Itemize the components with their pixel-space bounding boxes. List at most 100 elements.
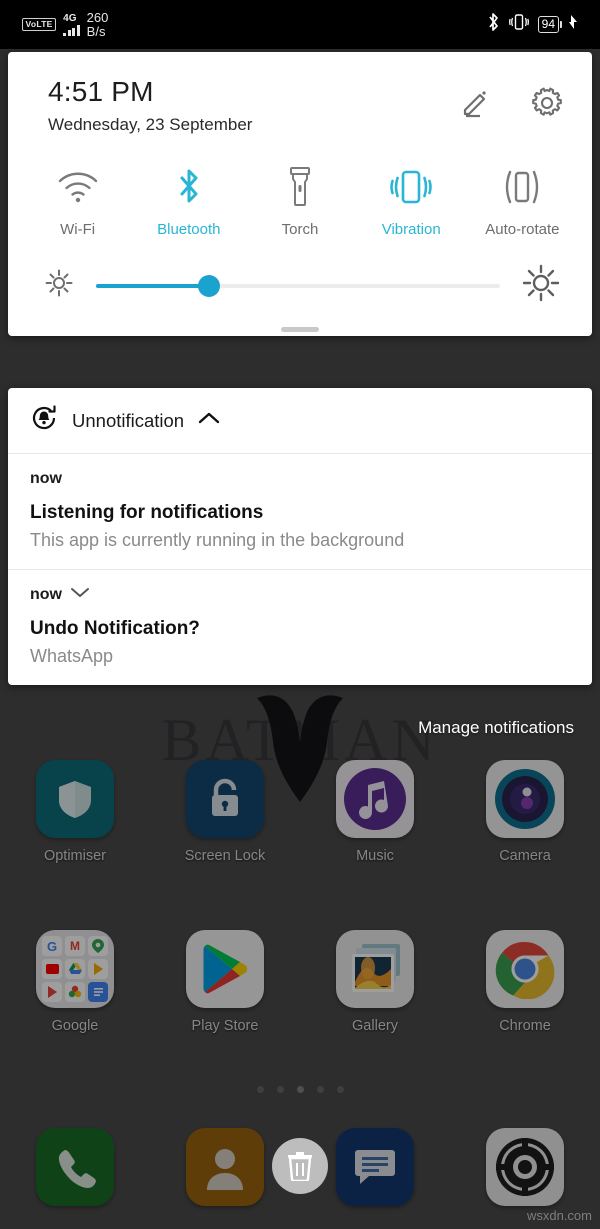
watermark: wsxdn.com	[526, 1208, 592, 1223]
battery-indicator: 94	[537, 16, 563, 33]
messages-icon[interactable]	[336, 1128, 414, 1206]
clock-date: Wednesday, 23 September	[48, 115, 253, 135]
toggle-vibration[interactable]: Vibration	[356, 165, 467, 238]
brightness-low-icon	[44, 268, 74, 303]
toggle-label: Bluetooth	[157, 221, 221, 239]
app-label: Google	[51, 1018, 99, 1034]
google-folder-icon[interactable]: G M	[36, 930, 114, 1008]
play-store-icon[interactable]	[186, 930, 264, 1008]
app-camera[interactable]: Camera	[450, 760, 600, 864]
dock-settings[interactable]	[450, 1128, 600, 1216]
notification-meta: now	[30, 586, 570, 604]
app-label: Screen Lock	[184, 848, 266, 864]
delete-trash-icon[interactable]	[272, 1138, 328, 1194]
dock-phone[interactable]	[0, 1128, 150, 1216]
notification-time: now	[30, 470, 62, 487]
gallery-photos-icon[interactable]	[336, 930, 414, 1008]
camera-lens-icon[interactable]	[486, 760, 564, 838]
notification-time: now	[30, 586, 62, 603]
brightness-thumb[interactable]	[198, 274, 221, 297]
brightness-track[interactable]	[96, 274, 500, 297]
app-label: Camera	[499, 848, 551, 864]
app-label: Music	[356, 848, 394, 864]
charging-bolt-icon	[568, 13, 578, 36]
manage-notifications-link[interactable]: Manage notifications	[418, 718, 574, 738]
quick-settings-header: 4:51 PM Wednesday, 23 September	[8, 52, 592, 135]
app-play-store[interactable]: Play Store	[150, 930, 300, 1034]
signal-strength-indicator: 4G	[63, 12, 80, 36]
data-speed-unit: B/s	[86, 23, 106, 39]
toggle-label: Wi-Fi	[60, 221, 96, 239]
app-label: Gallery	[352, 1018, 398, 1034]
padlock-icon[interactable]	[186, 760, 264, 838]
quick-settings-panel[interactable]: 4:51 PM Wednesday, 23 September Wi-Fi Bl…	[8, 52, 592, 337]
quick-settings-toggles: Wi-Fi Bluetooth Torch Vibration Auto-rot	[8, 165, 592, 238]
toggle-label: Vibration	[381, 221, 441, 239]
bluetooth-icon	[486, 12, 500, 37]
settings-gear-icon[interactable]	[486, 1128, 564, 1206]
chevron-down-icon[interactable]	[70, 586, 90, 604]
clock-block: 4:51 PM Wednesday, 23 September	[48, 76, 252, 135]
auto-rotate-icon[interactable]	[500, 165, 544, 209]
notification-body: This app is currently running in the bac…	[30, 530, 405, 550]
page-dot-active	[296, 1086, 304, 1093]
brightness-high-icon	[522, 264, 560, 307]
gear-icon[interactable]	[530, 86, 564, 125]
app-chrome[interactable]: Chrome	[450, 930, 600, 1034]
status-bar: VoLTE 4G 260 B/s 94	[0, 0, 600, 49]
toggle-torch[interactable]: Torch	[244, 165, 355, 238]
notification-item[interactable]: now Undo Notification? WhatsApp	[8, 569, 592, 685]
clock-time: 4:51 PM	[48, 76, 154, 107]
app-label: Chrome	[499, 1018, 551, 1034]
notification-group-header[interactable]: Unnotification	[8, 388, 592, 454]
toggle-wifi[interactable]: Wi-Fi	[22, 165, 133, 238]
chrome-icon[interactable]	[486, 930, 564, 1008]
vibration-icon[interactable]	[388, 165, 434, 209]
app-label: Play Store	[191, 1018, 259, 1034]
page-dot	[276, 1086, 284, 1093]
contacts-icon[interactable]	[186, 1128, 264, 1206]
vibrate-icon	[508, 12, 529, 37]
phone-dialer-icon[interactable]	[36, 1128, 114, 1206]
signal-bars-icon	[63, 24, 80, 36]
volte-badge: VoLTE	[22, 18, 57, 31]
quick-settings-actions	[458, 76, 564, 125]
panel-drag-handle[interactable]	[281, 327, 319, 333]
toggle-bluetooth[interactable]: Bluetooth	[133, 165, 244, 238]
data-speed-value: 260	[86, 9, 109, 25]
notification-item[interactable]: now Listening for notifications This app…	[8, 454, 592, 569]
chevron-up-icon[interactable]	[198, 411, 220, 430]
notification-meta: now	[30, 470, 570, 488]
notification-title: Undo Notification?	[30, 618, 200, 639]
app-music[interactable]: Music	[300, 760, 450, 864]
shield-optimiser-icon[interactable]	[36, 760, 114, 838]
music-note-icon[interactable]	[336, 760, 414, 838]
flashlight-icon[interactable]	[287, 165, 313, 209]
app-folder-google[interactable]: G M Google	[0, 930, 150, 1034]
status-bar-left: VoLTE 4G 260 B/s	[22, 9, 109, 39]
notification-app-name: Unnotification	[72, 409, 185, 431]
pencil-edit-icon[interactable]	[458, 86, 492, 125]
page-indicator	[0, 1086, 600, 1093]
notification-title: Listening for notifications	[30, 502, 264, 523]
notification-panel[interactable]: Unnotification now Listening for notific…	[8, 388, 592, 685]
bluetooth-icon[interactable]	[176, 165, 202, 209]
notification-body: WhatsApp	[30, 646, 114, 666]
app-grid-row-2: G M Google Play Store Gallery Chrome	[0, 930, 600, 1034]
toggle-label: Auto-rotate	[485, 221, 560, 239]
app-optimiser[interactable]: Optimiser	[0, 760, 150, 864]
unnotification-bell-restore-icon	[30, 404, 58, 437]
toggle-auto-rotate[interactable]: Auto-rotate	[467, 165, 578, 238]
app-screen-lock[interactable]: Screen Lock	[150, 760, 300, 864]
app-label: Optimiser	[43, 848, 107, 864]
brightness-slider-row[interactable]	[8, 264, 592, 307]
brightness-fill	[96, 283, 210, 288]
app-grid-row-1: Optimiser Screen Lock Music Camera	[0, 760, 600, 864]
page-dot	[256, 1086, 264, 1093]
data-speed-indicator: 260 B/s	[86, 9, 109, 39]
page-dot	[336, 1086, 344, 1093]
network-type-label: 4G	[63, 12, 77, 24]
app-gallery[interactable]: Gallery	[300, 930, 450, 1034]
page-dot	[316, 1086, 324, 1093]
wifi-icon[interactable]	[57, 165, 99, 209]
